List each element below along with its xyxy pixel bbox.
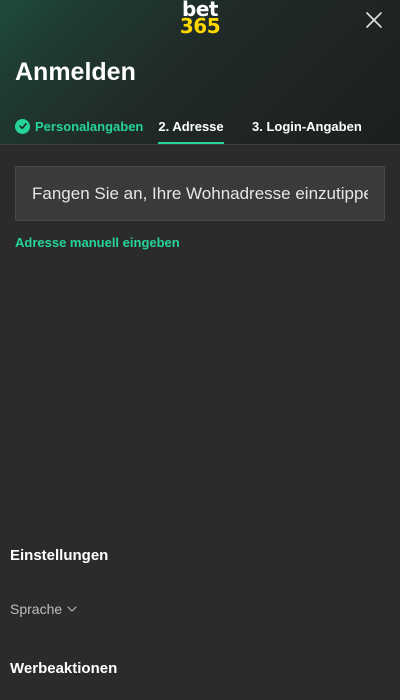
language-dropdown[interactable]: Sprache [10, 601, 77, 617]
page-title: Anmelden [15, 58, 136, 86]
language-label: Sprache [10, 601, 63, 617]
step-login-angaben[interactable]: 3. Login-Angaben [252, 108, 362, 144]
step-adresse[interactable]: 2. Adresse [158, 108, 224, 144]
step-personalangaben[interactable]: Personalangaben [15, 108, 143, 144]
check-circle-icon [15, 118, 30, 134]
registration-steps: Personalangaben 2. Adresse 3. Login-Anga… [0, 108, 400, 144]
steps-divider [0, 144, 400, 145]
settings-heading: Einstellungen [10, 547, 109, 564]
promotions-heading: Werbeaktionen [10, 660, 118, 677]
close-button[interactable] [364, 10, 384, 30]
close-icon [366, 12, 382, 28]
manual-address-link[interactable]: Adresse manuell eingeben [15, 235, 180, 250]
bet365-logo: bet 365 [0, 0, 400, 38]
header: bet 365 Anmelden Personalangaben 2. Adre… [0, 0, 400, 145]
address-search-input[interactable] [15, 166, 385, 221]
logo-bottom: 365 [179, 14, 221, 38]
chevron-down-icon [67, 606, 77, 612]
step-label: 3. Login-Angaben [252, 118, 362, 134]
step-label: Personalangaben [35, 118, 144, 134]
step-label: 2. Adresse [158, 118, 224, 134]
